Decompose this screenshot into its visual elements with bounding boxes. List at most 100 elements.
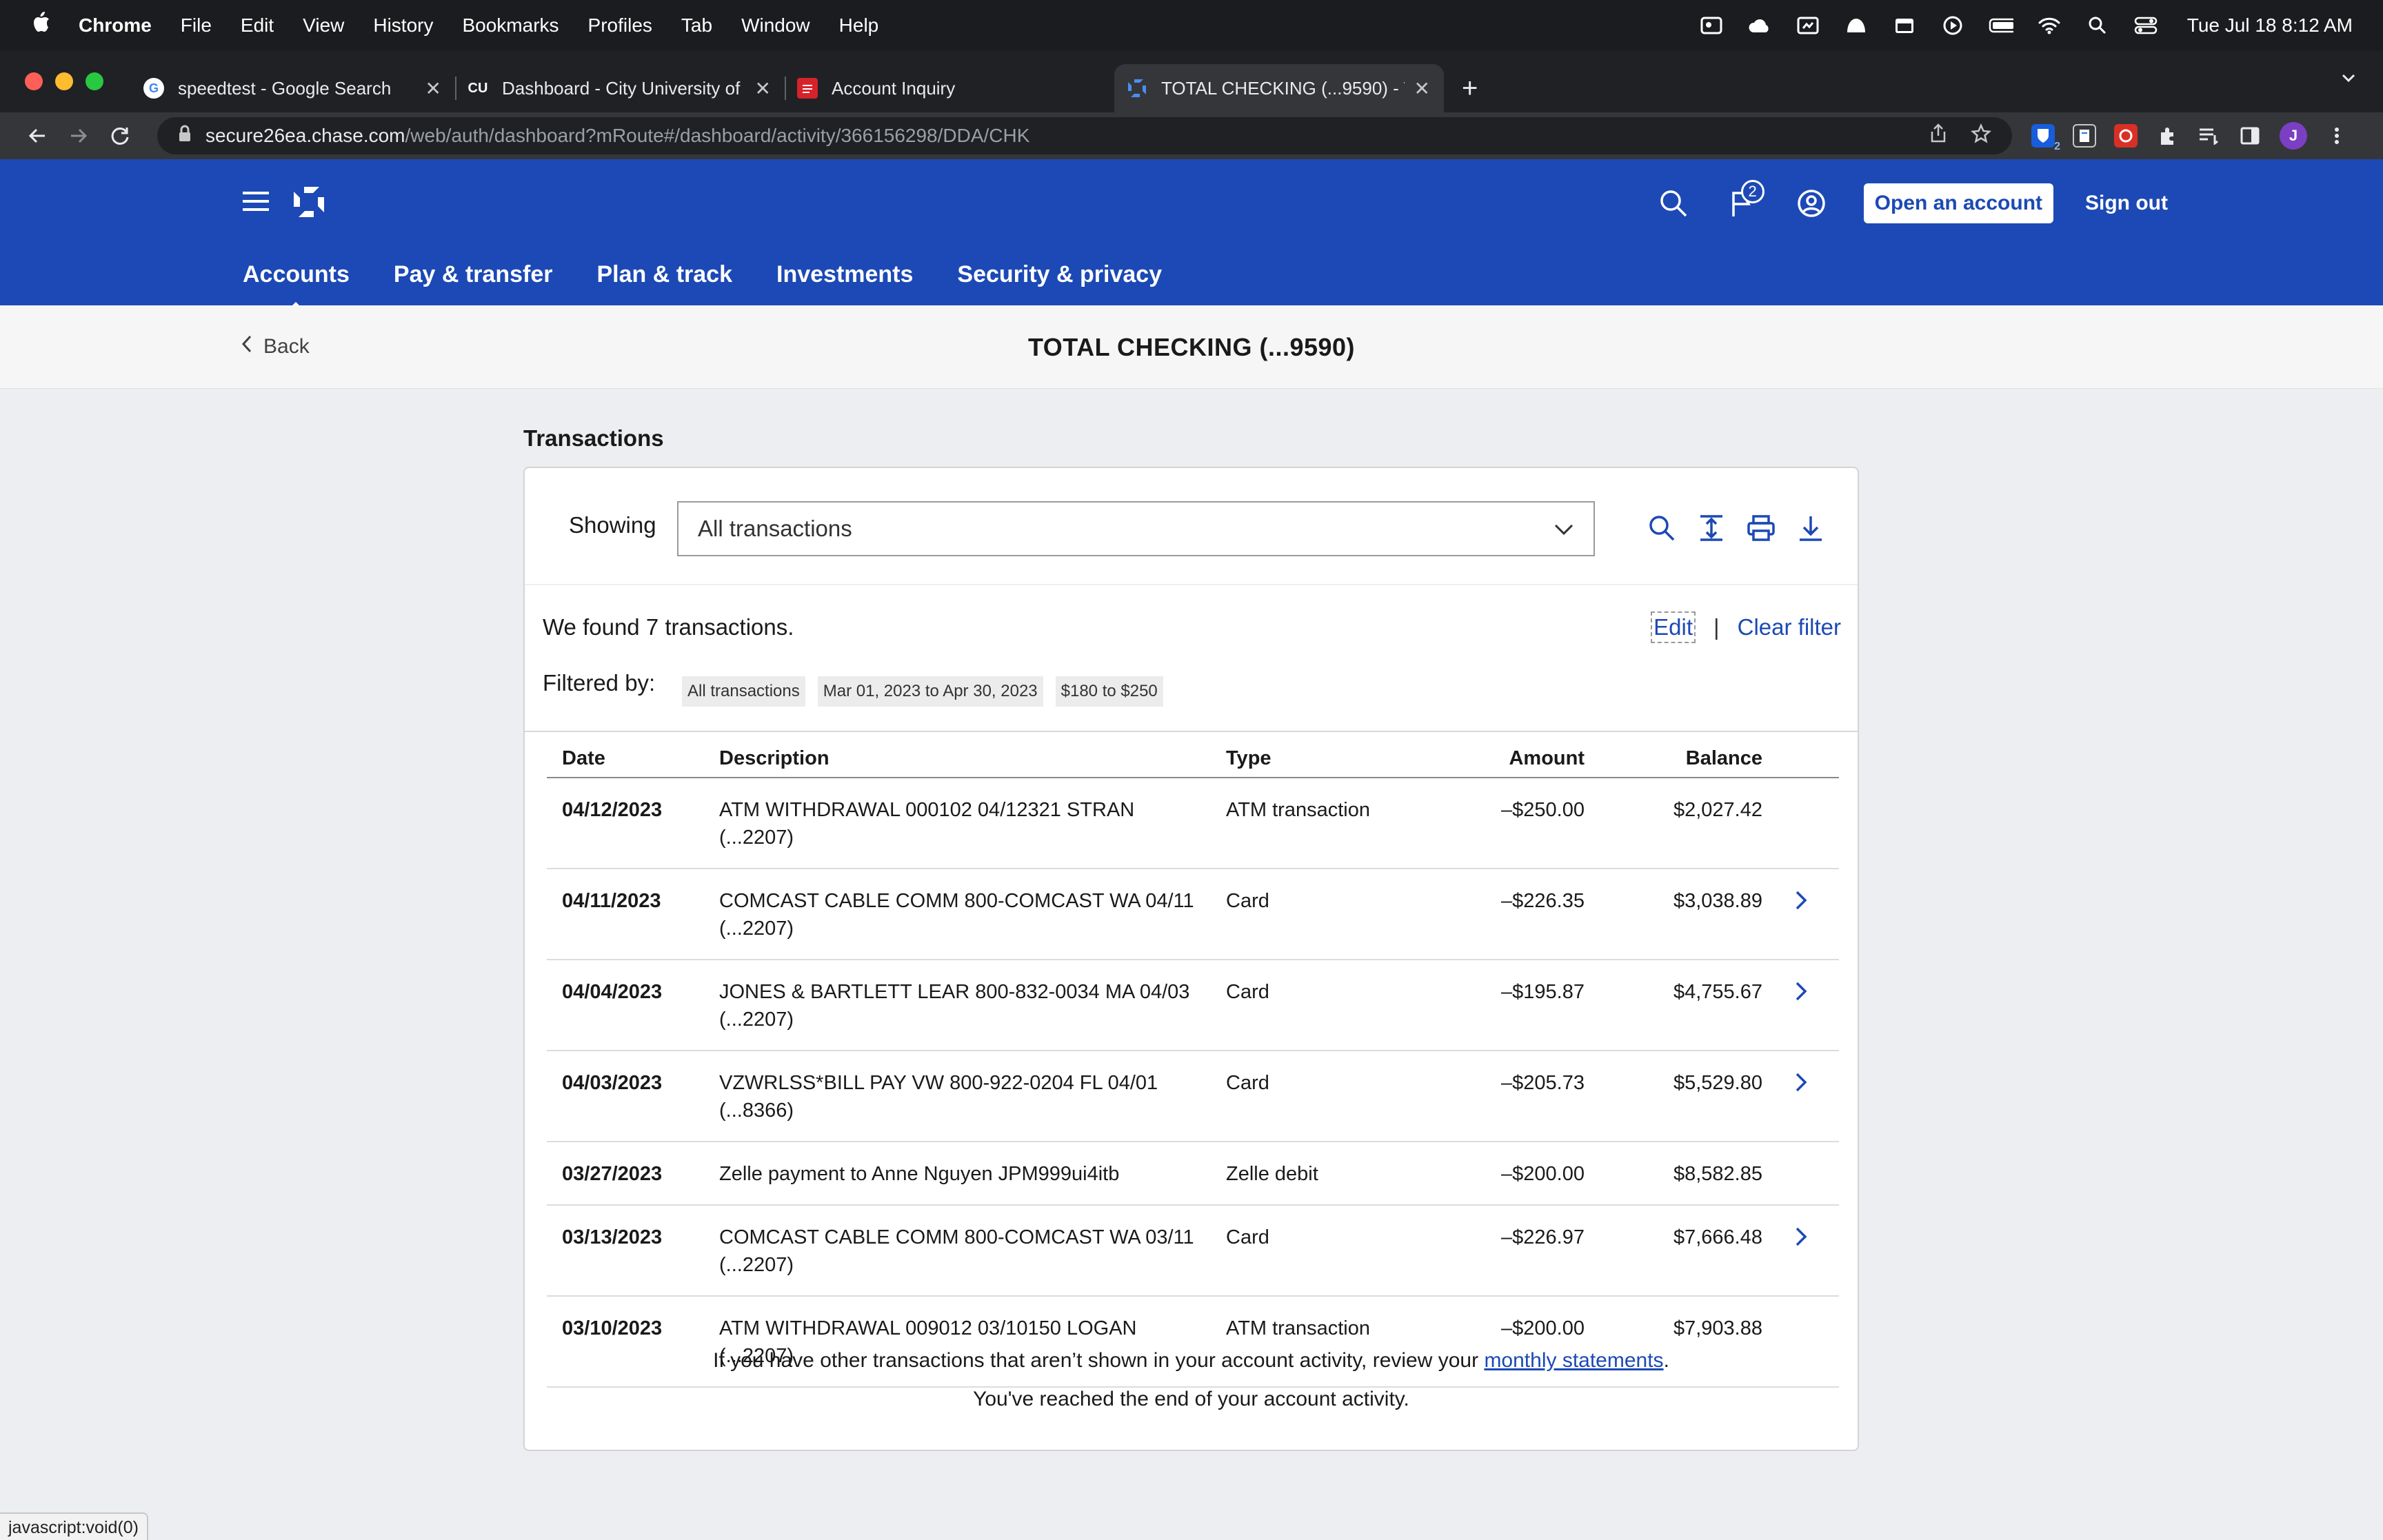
sign-out-link[interactable]: Sign out bbox=[2085, 192, 2168, 215]
close-tab-icon[interactable]: ✕ bbox=[1414, 77, 1430, 100]
table-row[interactable]: 03/13/2023 COMCAST CABLE COMM 800-COMCAS… bbox=[547, 1205, 1839, 1297]
notifications-flag-icon[interactable]: 2 bbox=[1722, 180, 1764, 224]
chevron-right-icon[interactable] bbox=[1795, 981, 1807, 1009]
hamburger-menu-icon[interactable] bbox=[243, 190, 269, 216]
zoom-window-button[interactable] bbox=[86, 72, 103, 90]
column-header-type[interactable]: Type bbox=[1226, 732, 1433, 778]
back-arrow-icon[interactable] bbox=[17, 125, 58, 146]
column-header-balance[interactable]: Balance bbox=[1585, 732, 1762, 778]
menu-help[interactable]: Help bbox=[839, 14, 879, 37]
transaction-type-select[interactable]: All transactions bbox=[677, 501, 1595, 556]
nav-accounts[interactable]: Accounts bbox=[243, 261, 350, 288]
lock-icon[interactable] bbox=[178, 125, 192, 148]
select-value: All transactions bbox=[698, 516, 852, 541]
nav-plan-track[interactable]: Plan & track bbox=[596, 261, 732, 288]
bookmark-star-icon[interactable] bbox=[1970, 123, 1992, 149]
menu-bar-clock[interactable]: Tue Jul 18 8:12 AM bbox=[2187, 14, 2353, 37]
menu-file[interactable]: File bbox=[181, 14, 212, 37]
column-header-date[interactable]: Date bbox=[547, 732, 719, 778]
wifi-icon[interactable] bbox=[2037, 15, 2062, 36]
google-favicon-icon: G bbox=[143, 78, 164, 99]
puzzle-extensions-icon[interactable] bbox=[2155, 124, 2179, 148]
nav-security-privacy[interactable]: Security & privacy bbox=[957, 261, 1162, 288]
download-icon[interactable] bbox=[1793, 511, 1828, 545]
contact-card-icon[interactable] bbox=[1699, 15, 1724, 36]
tab-title: TOTAL CHECKING (...9590) - T bbox=[1161, 77, 1405, 99]
control-center-icon[interactable] bbox=[2133, 15, 2158, 36]
tab-total-checking[interactable]: TOTAL CHECKING (...9590) - T ✕ bbox=[1114, 64, 1444, 112]
table-row[interactable]: 03/27/2023 Zelle payment to Anne Nguyen … bbox=[547, 1142, 1839, 1206]
menu-edit[interactable]: Edit bbox=[241, 14, 274, 37]
forward-arrow-icon[interactable] bbox=[58, 125, 99, 146]
minimize-window-button[interactable] bbox=[55, 72, 73, 90]
menu-view[interactable]: View bbox=[303, 14, 344, 37]
transaction-amount: –$250.00 bbox=[1433, 778, 1585, 869]
tab-search-chevron-icon[interactable] bbox=[2339, 68, 2358, 91]
share-icon[interactable] bbox=[1929, 123, 1947, 149]
tab-speedtest[interactable]: G speedtest - Google Search ✕ bbox=[131, 64, 455, 112]
ghost-icon[interactable] bbox=[1844, 15, 1869, 36]
reload-icon[interactable] bbox=[99, 125, 141, 146]
statements-note-text: If you have other transactions that aren… bbox=[713, 1349, 1485, 1372]
page-title-bar: Back TOTAL CHECKING (...9590) bbox=[0, 305, 2383, 389]
profile-icon[interactable] bbox=[1791, 183, 1832, 224]
open-account-button[interactable]: Open an account bbox=[1863, 183, 2054, 223]
expand-collapse-icon[interactable] bbox=[1694, 511, 1729, 545]
header-actions: 2 Open an account Sign out bbox=[1625, 180, 2168, 224]
table-row[interactable]: 04/04/2023 JONES & BARTLETT LEAR 800-832… bbox=[547, 960, 1839, 1051]
battery-icon[interactable] bbox=[1989, 15, 2013, 36]
table-row[interactable]: 04/03/2023 VZWRLSS*BILL PAY VW 800-922-0… bbox=[547, 1051, 1839, 1142]
column-header-amount[interactable]: Amount bbox=[1433, 732, 1585, 778]
red-extension-icon[interactable] bbox=[2114, 124, 2138, 148]
close-tab-icon[interactable]: ✕ bbox=[755, 77, 771, 100]
window-controls bbox=[25, 72, 103, 90]
column-header-description[interactable]: Description bbox=[719, 732, 1226, 778]
document-extension-icon[interactable] bbox=[2073, 124, 2096, 148]
row-details-cell bbox=[1762, 960, 1839, 1051]
transaction-description: ATM WITHDRAWAL 000102 04/12321 STRAN (..… bbox=[719, 778, 1226, 869]
table-row[interactable]: 04/11/2023 COMCAST CABLE COMM 800-COMCAS… bbox=[547, 869, 1839, 960]
monthly-statements-link[interactable]: monthly statements bbox=[1484, 1349, 1663, 1372]
reading-list-icon[interactable] bbox=[2197, 124, 2220, 148]
spotlight-search-icon[interactable] bbox=[2085, 15, 2110, 36]
edit-filter-link[interactable]: Edit bbox=[1651, 611, 1696, 643]
chevron-right-icon[interactable] bbox=[1795, 1226, 1807, 1255]
chevron-right-icon[interactable] bbox=[1795, 890, 1807, 918]
chevron-right-icon[interactable] bbox=[1795, 1072, 1807, 1100]
menu-profiles[interactable]: Profiles bbox=[588, 14, 652, 37]
chase-logo-icon[interactable] bbox=[292, 185, 325, 222]
print-icon[interactable] bbox=[1744, 511, 1778, 545]
browser-toolbar: secure26ea.chase.com /web/auth/dashboard… bbox=[0, 112, 2383, 159]
clear-filter-link[interactable]: Clear filter bbox=[1738, 614, 1841, 640]
transaction-date: 03/27/2023 bbox=[547, 1142, 719, 1206]
profile-avatar[interactable]: J bbox=[2280, 122, 2307, 150]
browser-menu-kebab-icon[interactable] bbox=[2325, 124, 2349, 148]
nav-pay-transfer[interactable]: Pay & transfer bbox=[394, 261, 553, 288]
cloud-icon[interactable] bbox=[1747, 15, 1772, 36]
browser-tab-strip: G speedtest - Google Search ✕ CU Dashboa… bbox=[0, 50, 2383, 112]
side-panel-icon[interactable] bbox=[2238, 124, 2262, 148]
search-icon[interactable] bbox=[1653, 183, 1694, 224]
calendar-icon[interactable] bbox=[1892, 15, 1917, 36]
tab-account-inquiry[interactable]: Account Inquiry bbox=[785, 64, 1114, 112]
app-menu-chrome[interactable]: Chrome bbox=[79, 14, 152, 37]
menu-bookmarks[interactable]: Bookmarks bbox=[462, 14, 559, 37]
table-row[interactable]: 04/12/2023 ATM WITHDRAWAL 000102 04/1232… bbox=[547, 778, 1839, 869]
play-icon[interactable] bbox=[1940, 15, 1965, 36]
menu-bar-status-area: Tue Jul 18 8:12 AM bbox=[1699, 14, 2353, 37]
search-transactions-icon[interactable] bbox=[1645, 511, 1679, 545]
tab-cuny-dashboard[interactable]: CU Dashboard - City University of ✕ bbox=[455, 64, 785, 112]
nav-investments[interactable]: Investments bbox=[776, 261, 913, 288]
new-tab-button[interactable]: + bbox=[1444, 64, 1496, 112]
screen-share-icon[interactable] bbox=[1796, 15, 1820, 36]
close-window-button[interactable] bbox=[25, 72, 43, 90]
address-bar[interactable]: secure26ea.chase.com /web/auth/dashboard… bbox=[157, 117, 2012, 154]
close-tab-icon[interactable]: ✕ bbox=[425, 77, 441, 100]
menu-window[interactable]: Window bbox=[741, 14, 810, 37]
apple-icon[interactable] bbox=[30, 10, 51, 40]
menu-history[interactable]: History bbox=[373, 14, 433, 37]
bitwarden-extension-icon[interactable]: 2 bbox=[2031, 124, 2060, 152]
menu-tab[interactable]: Tab bbox=[681, 14, 712, 37]
url-path: /web/auth/dashboard?mRoute#/dashboard/ac… bbox=[405, 125, 1030, 146]
filter-chip-date-range: Mar 01, 2023 to Apr 30, 2023 bbox=[817, 676, 1043, 707]
